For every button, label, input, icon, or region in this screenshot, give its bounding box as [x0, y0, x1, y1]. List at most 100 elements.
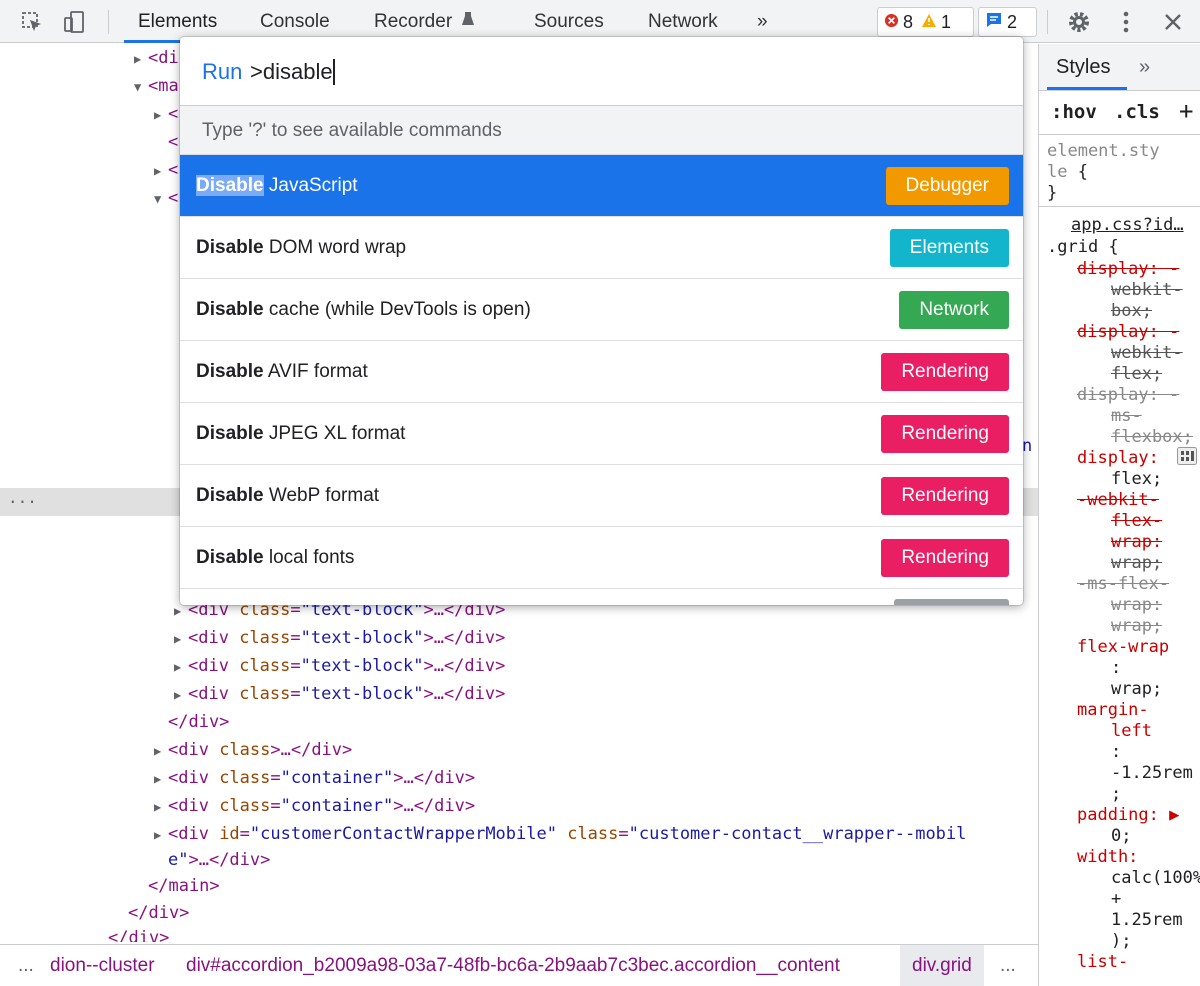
expand-triangle-icon[interactable]: ▶: [174, 653, 188, 681]
css-declaration[interactable]: left: [1111, 721, 1152, 741]
inspect-element-icon[interactable]: [18, 8, 46, 36]
css-declaration[interactable]: :: [1111, 658, 1121, 678]
messages-counter[interactable]: 2: [978, 7, 1037, 37]
command-item[interactable]: Disable AVIF format Rendering: [180, 341, 1023, 403]
dom-node-line[interactable]: </div>: [114, 899, 189, 927]
css-declaration[interactable]: display: -: [1077, 259, 1179, 279]
dom-node-line[interactable]: ▶ <div class="text-block">…</div>: [174, 652, 505, 680]
dom-node-line[interactable]: </main>: [134, 872, 220, 900]
breadcrumb-item-current[interactable]: div.grid: [900, 945, 984, 986]
dom-node-line[interactable]: ▼ <: [154, 184, 178, 212]
dom-node-line[interactable]: </div>: [94, 924, 169, 942]
css-declaration[interactable]: :: [1111, 742, 1121, 762]
dom-node-line[interactable]: ▶ <: [154, 156, 178, 184]
device-toolbar-icon[interactable]: [60, 8, 88, 36]
tag-name: </div>: [168, 712, 230, 732]
css-declaration[interactable]: wrap;: [1111, 553, 1162, 573]
collapse-triangle-icon[interactable]: ▼: [154, 185, 168, 213]
command-item[interactable]: Disable WebP format Rendering: [180, 465, 1023, 527]
css-declaration[interactable]: 1.25rem: [1111, 910, 1183, 930]
css-declaration[interactable]: flex;: [1111, 469, 1162, 489]
expand-triangle-icon[interactable]: ▶: [154, 157, 168, 185]
css-declaration[interactable]: ms-: [1111, 406, 1142, 426]
command-item[interactable]: Disable JavaScript Debugger: [180, 155, 1023, 217]
css-declaration[interactable]: wrap;: [1111, 679, 1162, 699]
css-declaration[interactable]: -ms-flex-: [1077, 574, 1169, 594]
css-declaration[interactable]: list-: [1077, 952, 1128, 972]
css-declaration[interactable]: webkit-: [1111, 280, 1183, 300]
css-declaration[interactable]: padding: ▶: [1077, 805, 1179, 825]
css-declaration[interactable]: ;: [1111, 784, 1121, 804]
dom-node-line[interactable]: ▶ <: [154, 100, 178, 128]
css-declaration[interactable]: 0;: [1111, 826, 1131, 846]
css-declaration[interactable]: margin-: [1077, 700, 1149, 720]
css-declaration[interactable]: flex-: [1111, 511, 1162, 531]
css-declaration[interactable]: display: -: [1077, 385, 1179, 405]
expand-triangle-icon[interactable]: ▶: [174, 681, 188, 709]
command-category-badge: Rendering: [881, 477, 1009, 515]
breadcrumb: ... dion--cluster div#accordion_b2009a98…: [0, 944, 1038, 986]
dom-node-line[interactable]: ▶ <div class>…</div>: [154, 736, 352, 764]
tab-styles[interactable]: Styles: [1056, 56, 1110, 79]
hover-state-toggle[interactable]: :hov: [1051, 101, 1097, 123]
css-declaration[interactable]: flexbox;: [1111, 427, 1193, 447]
css-declaration[interactable]: width:: [1077, 847, 1138, 867]
issues-counter[interactable]: 8 1: [877, 7, 974, 37]
dom-node-line[interactable]: ▼ <ma: [134, 72, 179, 100]
css-declaration[interactable]: calc(100%: [1111, 868, 1200, 888]
css-declaration[interactable]: wrap:: [1111, 595, 1162, 615]
collapse-triangle-icon[interactable]: ▼: [134, 73, 148, 101]
command-item[interactable]: Disable JPEG XL format Rendering: [180, 403, 1023, 465]
expand-triangle-icon[interactable]: ▶: [154, 765, 168, 793]
breadcrumb-item[interactable]: div#accordion_b2009a98-03a7-48fb-bc6a-2b…: [186, 955, 840, 977]
expand-triangle-icon[interactable]: ▶: [154, 737, 168, 765]
css-declaration[interactable]: display: -: [1077, 322, 1179, 342]
dom-node-line[interactable]: ▶ <div id="customerContactWrapperMobile" …: [154, 820, 966, 848]
command-input[interactable]: Run >disable: [180, 37, 1023, 106]
breadcrumb-item[interactable]: dion--cluster: [50, 955, 155, 977]
css-declaration[interactable]: display:: [1077, 448, 1159, 468]
class-toggle[interactable]: .cls: [1114, 101, 1160, 123]
add-style-rule-button[interactable]: +: [1179, 97, 1193, 125]
css-declaration[interactable]: -1.25rem: [1111, 763, 1193, 783]
command-item[interactable]: Disable local fonts Rendering: [180, 527, 1023, 589]
dom-node-line[interactable]: ▶ <div class="text-block">…</div>: [174, 624, 505, 652]
dom-node-line[interactable]: <: [154, 128, 178, 156]
expand-triangle-icon[interactable]: ▶: [154, 101, 168, 129]
dom-node-line[interactable]: </div>: [154, 708, 229, 736]
dom-node-line[interactable]: ▶ <div class="text-block">…</div>: [174, 680, 505, 708]
dom-node-line[interactable]: ▶ <div class="container">…</div>: [154, 764, 475, 792]
breadcrumb-ellipsis-left[interactable]: ...: [18, 955, 34, 977]
expand-triangle-icon[interactable]: ▶: [154, 821, 168, 849]
tag-name: <ma: [148, 76, 179, 96]
dom-node-line[interactable]: e">…</div>: [154, 846, 270, 874]
dom-node-line[interactable]: ▶ <di: [134, 44, 179, 72]
css-declaration[interactable]: );: [1111, 931, 1131, 951]
css-declaration[interactable]: wrap:: [1111, 532, 1162, 552]
dom-node-line[interactable]: ▶ <div class="container">…</div>: [154, 792, 475, 820]
tag-name: <div: [188, 628, 240, 648]
settings-gear-icon[interactable]: [1065, 8, 1093, 36]
css-declaration[interactable]: +: [1111, 889, 1121, 909]
css-declaration[interactable]: flex;: [1111, 364, 1162, 384]
css-declaration[interactable]: box;: [1111, 301, 1152, 321]
expand-triangle-icon[interactable]: ▶: [174, 625, 188, 653]
stylesheet-link[interactable]: app.css?id…: [1071, 215, 1184, 235]
styles-more-tabs-button[interactable]: »: [1139, 56, 1150, 79]
node-ellipsis[interactable]: ...: [8, 488, 37, 508]
command-item[interactable]: Disable DOM word wrap Elements: [180, 217, 1023, 279]
expand-triangle-icon[interactable]: ▶: [154, 793, 168, 821]
expand-triangle-icon[interactable]: ▶: [134, 45, 148, 73]
tag-name: <: [168, 160, 179, 180]
command-query[interactable]: >disable: [250, 59, 333, 85]
command-item-label: Disable JPEG XL format: [196, 423, 406, 444]
css-declaration[interactable]: -webkit-: [1077, 490, 1159, 510]
close-icon[interactable]: [1159, 8, 1187, 36]
css-declaration[interactable]: wrap;: [1111, 616, 1162, 636]
css-declaration[interactable]: flex-wrap: [1077, 637, 1169, 657]
flexbox-editor-icon[interactable]: [1177, 447, 1197, 469]
command-item[interactable]: Disable cache (while DevTools is open) Ne…: [180, 279, 1023, 341]
breadcrumb-ellipsis-right[interactable]: ...: [1000, 955, 1016, 977]
more-options-icon[interactable]: [1112, 8, 1140, 36]
css-declaration[interactable]: webkit-: [1111, 343, 1183, 363]
